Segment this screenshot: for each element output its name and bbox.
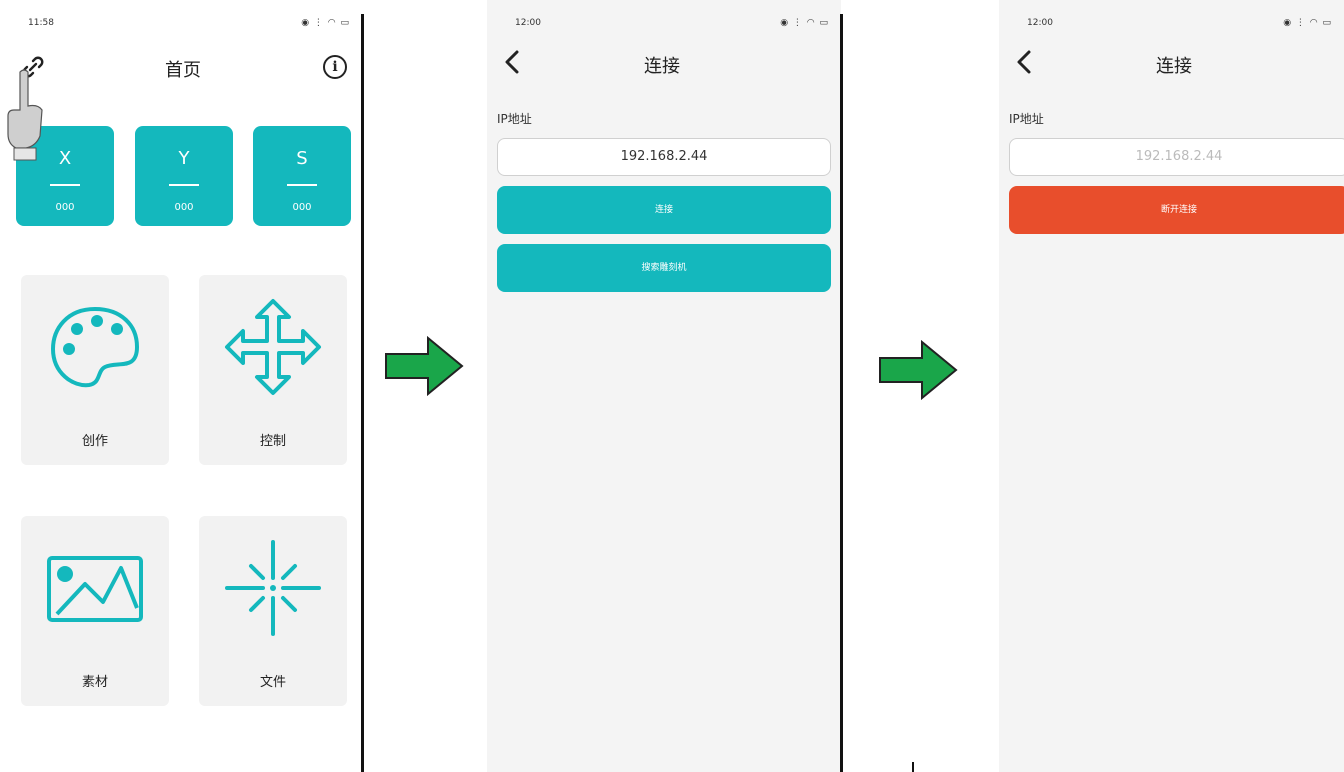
coord-card-y: Y 000 <box>135 126 233 226</box>
move-arrows-icon <box>225 299 321 395</box>
page-title: 连接 <box>644 56 680 77</box>
coord-value: 000 <box>55 202 75 213</box>
back-icon[interactable] <box>501 48 523 76</box>
tile-materials[interactable]: 素材 <box>21 516 169 706</box>
home-screen: 11:58 ◉ ⋮ ◠ ▭ 首页 i X 000 Y 000 S 000 创作 … <box>0 0 362 772</box>
coord-value: 000 <box>174 202 194 213</box>
coord-axis: S <box>296 148 308 169</box>
ip-label: IP地址 <box>497 112 532 126</box>
status-time: 12:00 <box>1027 18 1053 28</box>
system-icons: ◉ ⋮ ◠ ▭ <box>301 18 350 28</box>
tile-files[interactable]: 文件 <box>199 516 347 706</box>
coord-value: 000 <box>292 202 312 213</box>
connected-screen: 12:00 ◉ ⋮ ◠ ▭ 连接 IP地址 断开连接 <box>999 0 1344 772</box>
status-bar: 12:00 ◉ ⋮ ◠ ▭ <box>487 14 841 32</box>
page-title: 首页 <box>165 60 201 81</box>
divider-bar <box>287 184 317 186</box>
ip-address-input[interactable] <box>497 138 831 176</box>
disconnect-button[interactable]: 断开连接 <box>1009 186 1344 234</box>
divider-bar <box>50 184 80 186</box>
tile-label: 素材 <box>81 675 108 690</box>
coord-card-s: S 000 <box>253 126 351 226</box>
panel-divider <box>840 14 843 772</box>
flow-arrow-icon <box>385 336 464 396</box>
panel-divider <box>361 14 364 772</box>
flow-arrow-icon <box>879 340 958 400</box>
divider-bar <box>169 184 199 186</box>
page-title: 连接 <box>1156 56 1192 77</box>
status-bar: 11:58 ◉ ⋮ ◠ ▭ <box>0 14 362 32</box>
tile-label: 控制 <box>259 434 286 449</box>
tile-create[interactable]: 创作 <box>21 275 169 465</box>
system-icons: ◉ ⋮ ◠ ▭ <box>780 18 829 28</box>
ip-label: IP地址 <box>1009 112 1044 126</box>
tick-mark <box>912 762 914 772</box>
info-icon[interactable]: i <box>323 55 347 79</box>
tile-control[interactable]: 控制 <box>199 275 347 465</box>
connect-screen: 12:00 ◉ ⋮ ◠ ▭ 连接 IP地址 连接 搜索雕刻机 <box>487 0 841 772</box>
pointing-hand-icon <box>7 69 43 161</box>
palette-icon <box>50 306 140 388</box>
status-time: 11:58 <box>28 18 54 28</box>
tile-label: 创作 <box>81 434 108 449</box>
ip-address-input[interactable] <box>1009 138 1344 176</box>
status-bar: 12:00 ◉ ⋮ ◠ ▭ <box>999 14 1344 32</box>
coord-axis: Y <box>178 148 190 169</box>
back-icon[interactable] <box>1013 48 1035 76</box>
sparkle-icon <box>225 540 321 636</box>
status-time: 12:00 <box>515 18 541 28</box>
tile-label: 文件 <box>259 675 286 690</box>
image-icon <box>47 556 143 622</box>
system-icons: ◉ ⋮ ◠ ▭ <box>1283 18 1332 28</box>
connect-button[interactable]: 连接 <box>497 186 831 234</box>
search-engraver-button[interactable]: 搜索雕刻机 <box>497 244 831 292</box>
